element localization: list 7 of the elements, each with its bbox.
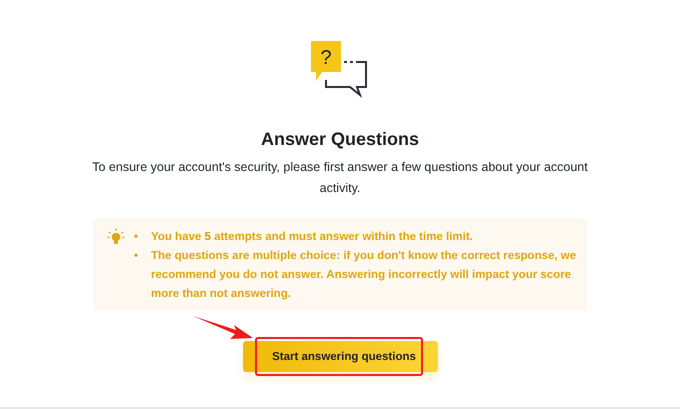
start-answering-button[interactable]: Start answering questions <box>242 341 438 372</box>
bullet: • <box>132 249 140 264</box>
notice-item: The questions are multiple choice: if you don't know the correct response, we recommend you do not answer. Answering incorrectly will impact your score more than not answering. <box>151 249 577 302</box>
page-title: Answer Questions <box>260 128 420 151</box>
bullet: • <box>132 230 140 245</box>
notice-item: You have 5 attempts and must answer within the time limit. <box>151 230 473 245</box>
description-text: To ensure your account's security, please first answer a few questions about your account activity. <box>91 159 589 197</box>
